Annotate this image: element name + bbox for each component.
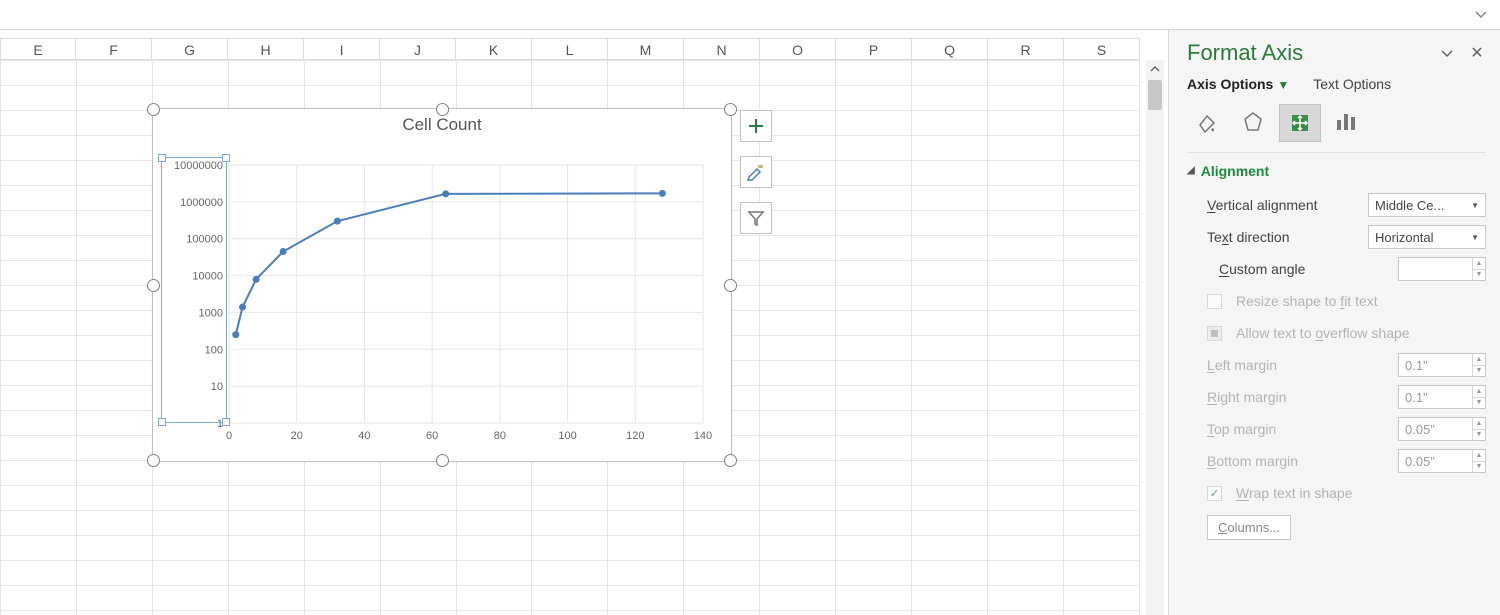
column-headers[interactable]: EFGHIJKLMNOPQRS [0, 38, 1140, 60]
worksheet-area[interactable]: EFGHIJKLMNOPQRS Cell Count 1101001000100… [0, 30, 1168, 615]
label-top-margin: Top margin [1207, 421, 1390, 437]
column-header-E[interactable]: E [0, 38, 76, 60]
column-header-P[interactable]: P [836, 38, 912, 60]
scroll-up-icon[interactable] [1146, 60, 1164, 78]
label-custom-angle: Custom angle [1219, 261, 1390, 277]
section-alignment[interactable]: ◢Alignment [1187, 163, 1486, 179]
svg-text:60: 60 [426, 430, 438, 442]
label-text-direction: Text direction [1207, 229, 1360, 245]
top-margin-input: 0.05"▲▼ [1398, 417, 1486, 441]
chart-filters-button[interactable] [740, 202, 772, 234]
column-header-G[interactable]: G [152, 38, 228, 60]
svg-text:140: 140 [694, 430, 712, 442]
vertical-scrollbar[interactable] [1146, 60, 1164, 615]
chart-plot[interactable]: 1101001000100001000001000000100000000204… [153, 135, 731, 453]
formula-bar [0, 0, 1500, 30]
column-header-K[interactable]: K [456, 38, 532, 60]
label-left-margin: Left margin [1207, 357, 1390, 373]
right-margin-input: 0.1"▲▼ [1398, 385, 1486, 409]
formula-bar-expand-icon[interactable] [1472, 5, 1490, 23]
resize-handle[interactable] [724, 279, 737, 292]
column-header-Q[interactable]: Q [912, 38, 988, 60]
label-overflow: Allow text to overflow shape [1236, 325, 1486, 341]
chart-elements-button[interactable] [740, 110, 772, 142]
column-header-H[interactable]: H [228, 38, 304, 60]
custom-angle-input[interactable]: ▲▼ [1398, 257, 1486, 281]
left-margin-input: 0.1"▲▼ [1398, 353, 1486, 377]
tab-text-options[interactable]: Text Options [1313, 76, 1391, 92]
bottom-margin-input: 0.05"▲▼ [1398, 449, 1486, 473]
column-header-F[interactable]: F [76, 38, 152, 60]
vertical-alignment-select[interactable]: Middle Ce...▼ [1368, 193, 1486, 217]
resize-handle[interactable] [724, 454, 737, 467]
svg-text:120: 120 [626, 430, 644, 442]
format-axis-pane: Format Axis ✕ Axis Options▼ Text Options [1168, 30, 1500, 615]
label-wrap-text: Wrap text in shape [1236, 485, 1486, 501]
svg-text:20: 20 [291, 430, 303, 442]
pane-title: Format Axis [1187, 40, 1303, 66]
resize-shape-checkbox [1207, 294, 1222, 309]
column-header-L[interactable]: L [532, 38, 608, 60]
selection-handle[interactable] [222, 154, 230, 162]
size-properties-icon[interactable] [1279, 104, 1321, 142]
chart-object[interactable]: Cell Count 11010010001000010000010000001… [152, 108, 732, 462]
column-header-R[interactable]: R [988, 38, 1064, 60]
selection-handle[interactable] [158, 154, 166, 162]
label-bottom-margin: Bottom margin [1207, 453, 1390, 469]
resize-handle[interactable] [147, 103, 160, 116]
axis-options-icon[interactable] [1327, 104, 1367, 140]
column-header-S[interactable]: S [1064, 38, 1140, 60]
scrollbar-thumb[interactable] [1148, 80, 1162, 110]
fill-line-icon[interactable] [1187, 104, 1227, 140]
column-header-N[interactable]: N [684, 38, 760, 60]
resize-handle[interactable] [724, 103, 737, 116]
selection-handle[interactable] [222, 418, 230, 426]
y-axis-selection[interactable] [161, 157, 227, 423]
column-header-M[interactable]: M [608, 38, 684, 60]
svg-text:40: 40 [358, 430, 370, 442]
spinner-icon[interactable]: ▲▼ [1472, 258, 1485, 280]
selection-handle[interactable] [158, 418, 166, 426]
resize-handle[interactable] [147, 454, 160, 467]
label-vertical-alignment: Vertical alignment [1207, 197, 1360, 213]
wrap-text-checkbox [1207, 486, 1222, 501]
column-header-J[interactable]: J [380, 38, 456, 60]
column-header-O[interactable]: O [760, 38, 836, 60]
close-icon[interactable]: ✕ [1468, 44, 1486, 62]
label-right-margin: Right margin [1207, 389, 1390, 405]
chart-styles-button[interactable] [740, 156, 772, 188]
resize-handle[interactable] [436, 454, 449, 467]
text-direction-select[interactable]: Horizontal▼ [1368, 225, 1486, 249]
effects-icon[interactable] [1233, 104, 1273, 140]
column-header-I[interactable]: I [304, 38, 380, 60]
tab-axis-options[interactable]: Axis Options▼ [1187, 76, 1289, 92]
label-resize-shape: Resize shape to fit text [1236, 293, 1486, 309]
svg-text:80: 80 [494, 430, 506, 442]
columns-button: Columns... [1207, 515, 1291, 540]
svg-text:0: 0 [226, 430, 232, 442]
resize-handle[interactable] [147, 279, 160, 292]
overflow-checkbox [1207, 326, 1222, 341]
pane-options-icon[interactable] [1438, 44, 1456, 62]
svg-text:100: 100 [558, 430, 576, 442]
resize-handle[interactable] [436, 103, 449, 116]
